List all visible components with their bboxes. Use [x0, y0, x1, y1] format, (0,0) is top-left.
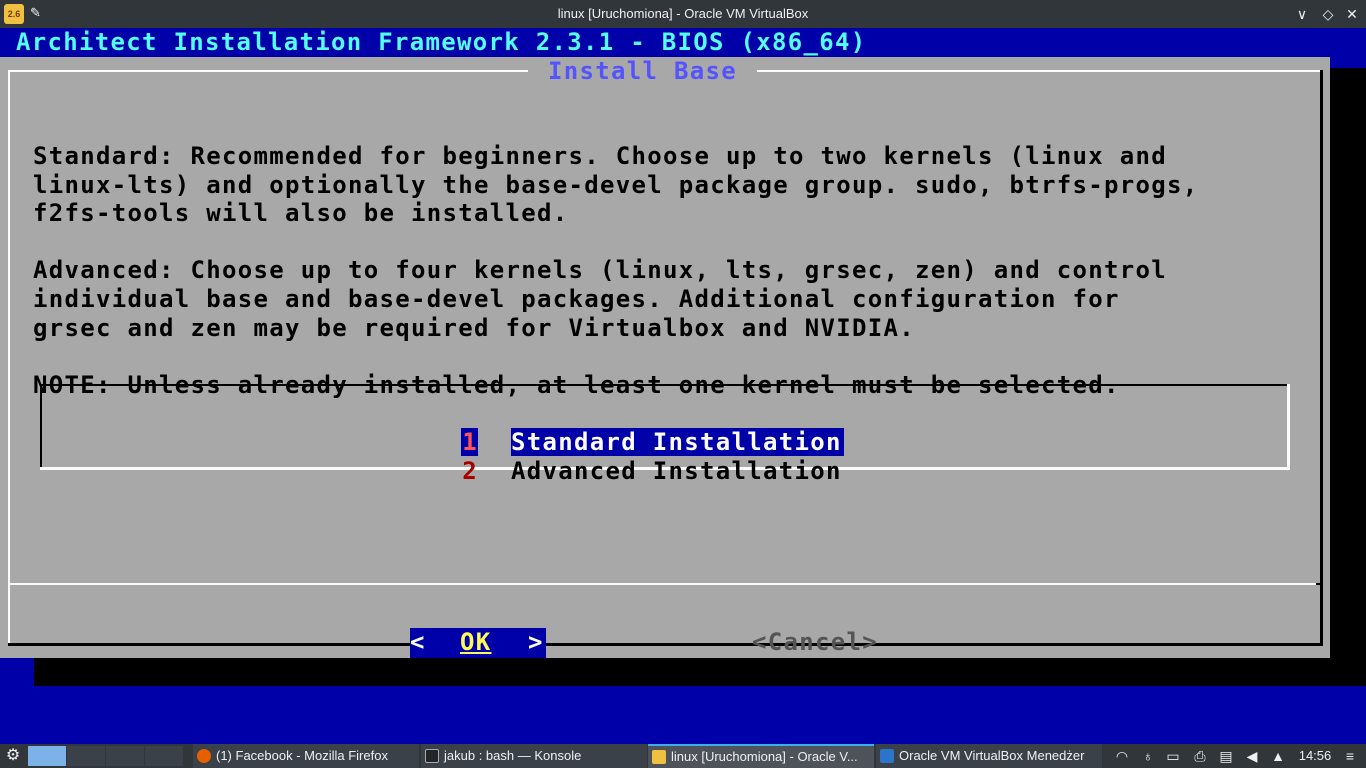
dialog-frame-left	[8, 70, 10, 645]
task-konsole[interactable]: jakub : bash — Konsole	[421, 744, 647, 768]
clock[interactable]: 14:56	[1296, 744, 1334, 768]
installer-backtitle: Architect Installation Framework 2.3.1 -…	[16, 28, 867, 56]
bluetooth-icon[interactable]: ♁	[1138, 744, 1158, 768]
virtualbox-vm-icon	[652, 750, 666, 764]
dialog-button-separator	[8, 583, 1322, 585]
clipboard-icon[interactable]: ▤	[1216, 744, 1236, 768]
menu-frame-top	[40, 384, 1290, 386]
ok-left-bracket: <	[410, 628, 426, 656]
menu-frame-left	[40, 384, 42, 470]
close-button[interactable]: ✕	[1342, 4, 1362, 24]
desktop-pager[interactable]	[145, 746, 183, 766]
standard-description-line: linux-lts) and optionally the base-devel…	[33, 170, 1199, 199]
virtualbox-icon	[880, 749, 894, 763]
dialog-frame-bottom	[8, 643, 1323, 646]
window-title: linux [Uruchomiona] - Oracle VM VirtualB…	[557, 6, 809, 21]
task-firefox[interactable]: (1) Facebook - Mozilla Firefox	[193, 744, 419, 768]
printer-icon[interactable]: ⎙	[1190, 744, 1210, 768]
desktop-pager-active[interactable]	[28, 746, 66, 766]
desktop-pager[interactable]	[67, 746, 105, 766]
ok-label: OK	[460, 628, 492, 656]
terminal-icon	[425, 749, 439, 763]
vm-screen[interactable]: Architect Installation Framework 2.3.1 -…	[0, 28, 1366, 744]
advanced-description-line: grsec and zen may be required for Virtua…	[33, 313, 915, 342]
advanced-description-line: Advanced: Choose up to four kernels (lin…	[33, 256, 1167, 285]
menu-item-label: Advanced Installation	[511, 456, 842, 485]
standard-description-line: f2fs-tools will also be installed.	[33, 199, 569, 228]
task-label: jakub : bash — Konsole	[444, 748, 582, 763]
expand-tray-icon[interactable]: ▲	[1268, 744, 1288, 768]
taskbar: ⚙ (1) Facebook - Mozilla Firefox jakub :…	[0, 744, 1366, 768]
ok-right-bracket: >	[528, 628, 544, 656]
menu-item-label: Standard Installation	[511, 428, 844, 456]
task-label: linux [Uruchomiona] - Oracle V...	[671, 749, 858, 764]
volume-icon[interactable]: ◀	[1242, 744, 1262, 768]
advanced-description-line: individual base and base-devel packages.…	[33, 285, 1120, 313]
task-label: Oracle VM VirtualBox Menedżer	[899, 748, 1085, 763]
maximize-button[interactable]: ◇	[1318, 4, 1338, 24]
desktop-pager[interactable]	[106, 746, 144, 766]
panel-menu-icon[interactable]: ≡	[1340, 744, 1360, 768]
dialog-separator-shadow	[1316, 583, 1322, 585]
task-virtualbox-vm[interactable]: linux [Uruchomiona] - Oracle V...	[648, 744, 874, 768]
menu-frame-right	[1287, 384, 1290, 470]
standard-description-line: Standard: Recommended for beginners. Cho…	[33, 142, 1167, 170]
firefox-icon	[197, 749, 211, 763]
dialog-title: Install Base	[528, 57, 757, 85]
dialog-frame-right	[1320, 70, 1323, 645]
cancel-button[interactable]: <Cancel>	[752, 628, 878, 656]
minimize-button[interactable]: ∨	[1292, 4, 1312, 24]
menu-item-hotkey: 1	[461, 428, 478, 456]
window-titlebar: 2.6 ✎ linux [Uruchomiona] - Oracle VM Vi…	[0, 0, 1366, 28]
ok-button[interactable]: < OK >	[410, 628, 546, 658]
task-label: (1) Facebook - Mozilla Firefox	[216, 748, 388, 763]
task-virtualbox-manager[interactable]: Oracle VM VirtualBox Menedżer	[876, 744, 1102, 768]
menu-item-hotkey: 2	[462, 456, 477, 485]
battery-icon[interactable]: ▭	[1163, 744, 1183, 768]
kde-launcher-icon[interactable]: ⚙	[2, 744, 24, 768]
wifi-icon[interactable]: ◠	[1112, 744, 1132, 768]
install-base-dialog: Install Base Standard: Recommended for b…	[0, 57, 1330, 658]
